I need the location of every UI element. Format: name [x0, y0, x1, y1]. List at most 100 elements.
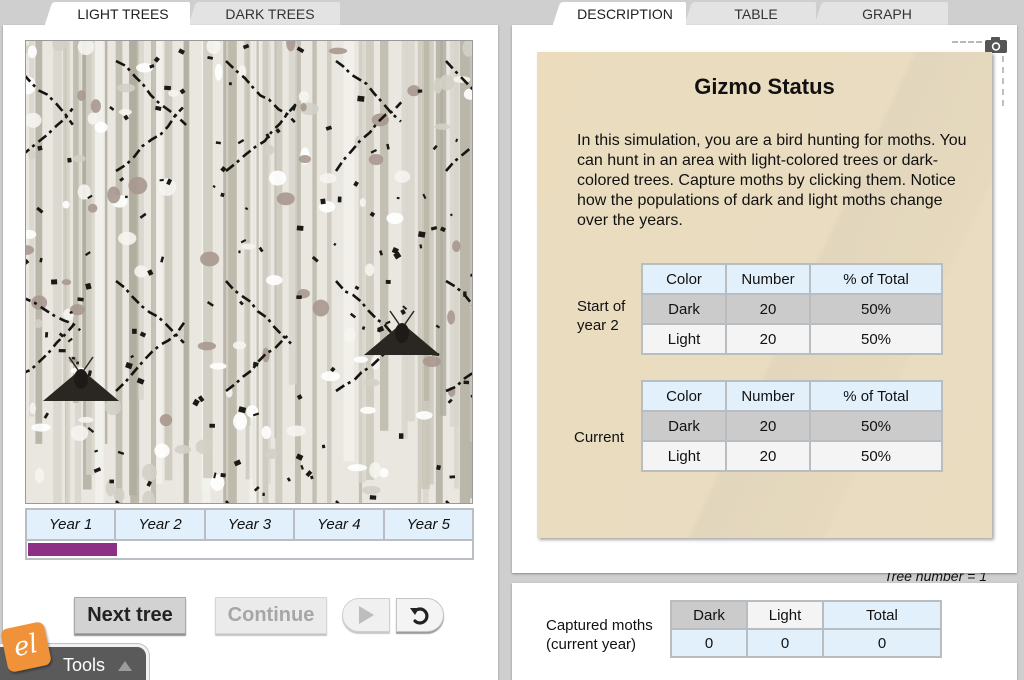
gizmo-status-card: Gizmo Status In this simulation, you are… — [537, 52, 992, 538]
cell-percent: 50% — [809, 440, 943, 472]
tab-graph[interactable]: GRAPH — [826, 2, 948, 26]
light-tree-bark-background[interactable] — [26, 41, 473, 504]
bark-fleck — [449, 475, 456, 479]
lichen-spot — [34, 319, 43, 329]
bark-fleck — [463, 291, 467, 297]
lichen-spot — [94, 121, 108, 133]
bark-fleck — [337, 196, 342, 203]
bark-streak — [223, 41, 226, 503]
header-number: Number — [725, 380, 811, 412]
bark-fleck — [296, 295, 302, 299]
lichen-spot — [197, 341, 217, 351]
bark-fleck — [26, 258, 30, 266]
lichen-spot — [28, 149, 36, 160]
lichen-spot — [34, 468, 45, 484]
bark-fleck — [417, 89, 423, 93]
cell-color: Light — [641, 440, 727, 472]
bark-fleck — [76, 361, 80, 365]
bark-streak — [469, 41, 472, 442]
lichen-spot — [214, 63, 223, 81]
tab-light-trees[interactable]: LIGHT TREES — [56, 2, 190, 28]
tab-dark-trees[interactable]: DARK TREES — [200, 2, 340, 26]
cell-number: 20 — [725, 293, 811, 325]
lichen-spot — [394, 170, 411, 183]
year-3-label: Year 3 — [203, 508, 296, 541]
start-of-year-label: Start of year 2 — [577, 298, 626, 334]
bark-fleck — [239, 300, 244, 306]
cell-number: 20 — [725, 440, 811, 472]
lichen-spot — [268, 170, 287, 186]
lichen-spot — [369, 462, 381, 479]
lichen-spot — [265, 275, 283, 286]
lichen-spot — [360, 406, 376, 414]
captured-dark-value: 0 — [670, 628, 748, 658]
bark-streak — [244, 41, 251, 426]
tab-description[interactable]: DESCRIPTION — [564, 2, 686, 28]
cell-color: Dark — [641, 293, 727, 325]
lichen-spot — [319, 173, 337, 184]
continue-button[interactable]: Continue — [215, 597, 327, 634]
explorelearning-logo-icon[interactable]: el — [0, 620, 53, 674]
bark-fleck — [220, 472, 226, 478]
bark-streak — [35, 41, 43, 444]
bark-streak — [449, 41, 460, 427]
header-color: Color — [641, 263, 727, 295]
bark-fleck — [321, 444, 326, 449]
lichen-spot — [61, 279, 72, 286]
lichen-spot — [264, 144, 275, 156]
play-button[interactable] — [342, 598, 390, 632]
bark-fleck — [262, 492, 265, 497]
bark-fleck — [396, 196, 400, 200]
lichen-spot — [321, 371, 340, 382]
status-title: Gizmo Status — [694, 74, 835, 99]
lichen-spot — [73, 155, 86, 163]
lichen-spot — [343, 326, 356, 344]
lichen-spot — [364, 378, 380, 387]
status-description: In this simulation, you are a bird hunti… — [577, 132, 967, 229]
bark-fleck — [192, 398, 200, 407]
lichen-spot — [195, 439, 212, 454]
bark-streak — [228, 41, 237, 503]
snapshot-guide-vertical — [1002, 56, 1004, 106]
forest-scene[interactable] — [25, 40, 473, 504]
captured-moths-label: Captured moths (current year) — [546, 617, 653, 653]
lichen-spot — [347, 464, 367, 472]
bark-streak — [288, 41, 297, 385]
tools-label: Tools — [63, 655, 106, 675]
tab-table[interactable]: TABLE — [696, 2, 816, 26]
lichen-spot — [159, 413, 173, 427]
bark-fleck — [333, 242, 337, 247]
bark-streak — [417, 41, 422, 503]
bark-fleck — [212, 184, 216, 189]
lichen-spot — [286, 425, 306, 437]
play-icon — [359, 606, 374, 624]
bark-fleck — [237, 138, 245, 145]
cell-color: Light — [641, 323, 727, 355]
bark-streak — [183, 41, 189, 503]
current-population-table: Color Number % of Total Dark 20 50% Ligh… — [641, 380, 943, 472]
lichen-spot — [312, 299, 330, 317]
bark-fleck — [296, 225, 304, 231]
year-progress-track — [25, 539, 474, 560]
lichen-spot — [31, 423, 51, 432]
cell-number: 20 — [725, 410, 811, 442]
bark-fleck — [215, 141, 221, 145]
lichen-spot — [415, 410, 433, 420]
bark-fleck — [436, 464, 441, 471]
table-row: Dark 20 50% — [641, 410, 943, 442]
lichen-spot — [300, 102, 307, 112]
caret-up-icon — [118, 661, 132, 671]
next-tree-button[interactable]: Next tree — [74, 597, 186, 634]
bark-streak — [343, 41, 355, 462]
lichen-spot — [353, 356, 368, 363]
bark-streak — [326, 41, 332, 503]
lichen-spot — [104, 398, 121, 416]
cell-number: 20 — [725, 323, 811, 355]
table-row: Light 20 50% — [641, 323, 943, 355]
year-5-label: Year 5 — [382, 508, 475, 541]
lichen-spot — [434, 123, 451, 130]
reset-button[interactable] — [396, 598, 444, 632]
header-percent: % of Total — [809, 380, 943, 412]
lichen-spot — [364, 263, 375, 277]
table-row: Dark 20 50% — [641, 293, 943, 325]
